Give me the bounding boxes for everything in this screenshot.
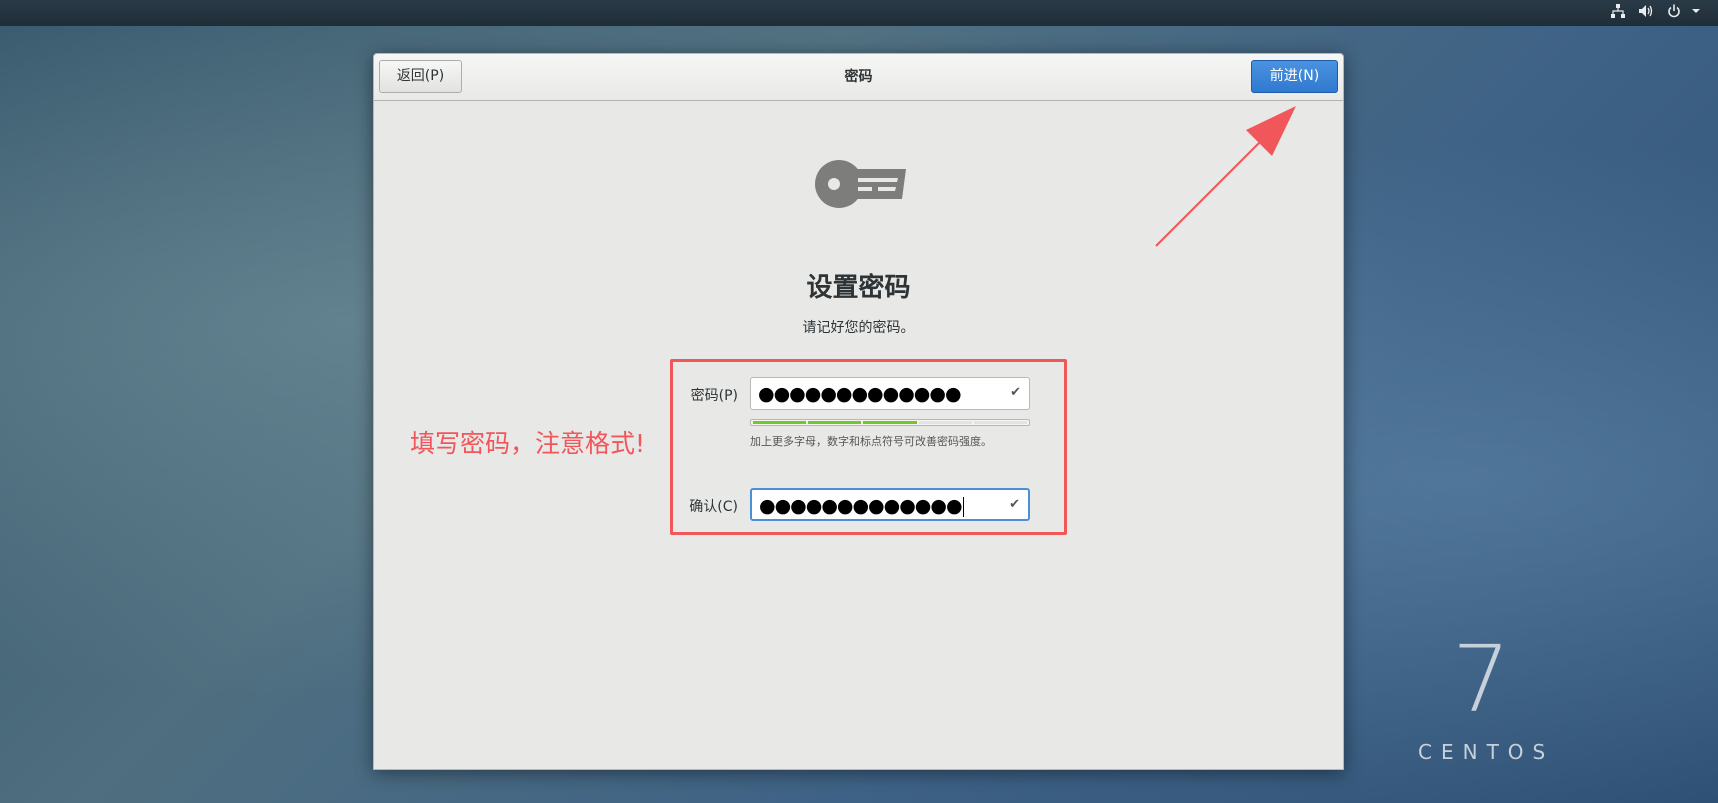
annotation-text: 填写密码，注意格式! bbox=[410, 429, 646, 458]
annotation-highlight-box bbox=[670, 359, 1067, 535]
page-subheading: 请记好您的密码。 bbox=[802, 320, 915, 336]
volume-icon[interactable] bbox=[1636, 4, 1656, 22]
power-icon[interactable] bbox=[1664, 4, 1684, 22]
top-system-bar bbox=[0, 0, 1718, 26]
network-icon[interactable] bbox=[1608, 4, 1628, 22]
annotation-arrow bbox=[1155, 106, 1296, 247]
version-number: 7 bbox=[1452, 626, 1511, 733]
page-heading: 设置密码 bbox=[806, 273, 911, 303]
centos-logo: 7 CENTOS bbox=[1400, 630, 1570, 770]
chevron-down-icon[interactable] bbox=[1686, 4, 1706, 22]
back-button[interactable]: 返回(P) bbox=[379, 60, 462, 93]
key-icon bbox=[810, 152, 910, 217]
next-button[interactable]: 前进(N) bbox=[1251, 60, 1338, 93]
brand-name: CENTOS bbox=[1418, 740, 1555, 764]
page-title: 密码 bbox=[844, 69, 873, 85]
window-header: 密码 返回(P) 前进(N) bbox=[374, 54, 1343, 101]
